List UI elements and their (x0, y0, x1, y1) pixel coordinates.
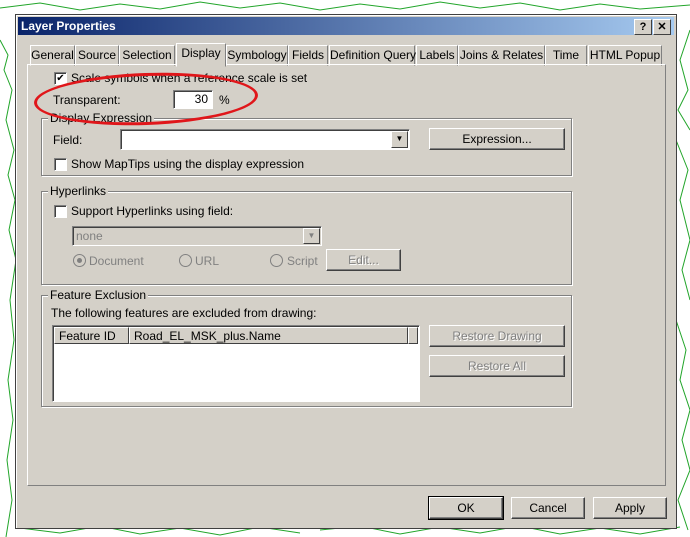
feature-exclusion-description: The following features are excluded from… (51, 306, 317, 320)
radio-script-label: Script (287, 254, 318, 268)
apply-button[interactable]: Apply (593, 497, 667, 519)
display-expression-title: Display Expression (48, 111, 155, 125)
tab-general[interactable]: General (30, 45, 75, 66)
hyperlink-field-dropdown[interactable]: none ▼ (72, 226, 322, 246)
radio-document[interactable] (73, 254, 86, 267)
restore-all-button[interactable]: Restore All (429, 355, 565, 377)
radio-selected-dot (77, 258, 82, 263)
radio-document-label: Document (89, 254, 144, 268)
tab-labels[interactable]: Labels (416, 45, 458, 66)
radio-script[interactable] (270, 254, 283, 267)
column-header-feature-id[interactable]: Feature ID (54, 327, 129, 344)
ok-button[interactable]: OK (428, 496, 504, 520)
tab-selection[interactable]: Selection (119, 45, 175, 66)
road-line (0, 39, 17, 537)
column-header-filler (408, 327, 418, 344)
tab-joins-relates[interactable]: Joins & Relates (458, 45, 545, 66)
road-line (675, 139, 690, 301)
window-title: Layer Properties (21, 19, 116, 33)
cancel-button[interactable]: Cancel (511, 497, 585, 519)
excluded-features-list[interactable]: Feature ID Road_EL_MSK_plus.Name (52, 325, 420, 402)
tab-html-popup[interactable]: HTML Popup (588, 45, 662, 66)
title-bar[interactable]: Layer Properties ? ✕ (18, 17, 674, 35)
hyperlinks-group: Hyperlinks Support Hyperlinks using fiel… (41, 184, 572, 285)
road-line (0, 1, 690, 11)
support-hyperlinks-label: Support Hyperlinks using field: (71, 204, 234, 218)
tab-source[interactable]: Source (75, 45, 119, 66)
tab-time[interactable]: Time (545, 45, 587, 66)
chevron-down-icon[interactable]: ▼ (303, 228, 320, 244)
expression-button[interactable]: Expression... (429, 128, 565, 150)
feature-exclusion-title: Feature Exclusion (48, 288, 149, 302)
tab-definition-query[interactable]: Definition Query (329, 45, 416, 66)
tab-display[interactable]: Display (176, 43, 226, 67)
feature-exclusion-group: Feature Exclusion The following features… (41, 288, 572, 407)
display-tab-panel: ✔ Scale symbols when a reference scale i… (27, 64, 666, 486)
transparent-unit: % (219, 93, 230, 107)
maptips-label: Show MapTips using the display expressio… (71, 157, 305, 171)
support-hyperlinks-checkbox[interactable] (54, 205, 67, 218)
transparent-input[interactable]: 30 (173, 90, 213, 109)
scale-symbols-checkbox[interactable]: ✔ (54, 72, 67, 85)
column-header-name[interactable]: Road_EL_MSK_plus.Name (129, 327, 408, 344)
display-expression-group: Display Expression Field: ▼ Expression..… (41, 111, 572, 176)
field-dropdown[interactable]: ▼ (120, 129, 410, 150)
scale-symbols-label: Scale symbols when a reference scale is … (71, 71, 308, 85)
radio-url[interactable] (179, 254, 192, 267)
help-button[interactable]: ? (634, 19, 652, 35)
radio-url-label: URL (195, 254, 220, 268)
edit-button[interactable]: Edit... (326, 249, 401, 271)
layer-properties-dialog: Layer Properties ? ✕ General Source Sele… (15, 14, 677, 529)
hyperlink-field-value: none (76, 229, 103, 243)
maptips-checkbox[interactable] (54, 158, 67, 171)
road-line (677, 29, 690, 131)
field-label: Field: (53, 133, 83, 147)
tab-fields[interactable]: Fields (288, 45, 328, 66)
restore-drawing-button[interactable]: Restore Drawing (429, 325, 565, 347)
chevron-down-icon[interactable]: ▼ (391, 131, 408, 148)
close-button[interactable]: ✕ (653, 19, 671, 35)
transparent-label: Transparent: (53, 93, 121, 107)
road-line (675, 319, 690, 531)
tab-symbology[interactable]: Symbology (226, 45, 288, 66)
hyperlinks-title: Hyperlinks (48, 184, 109, 198)
